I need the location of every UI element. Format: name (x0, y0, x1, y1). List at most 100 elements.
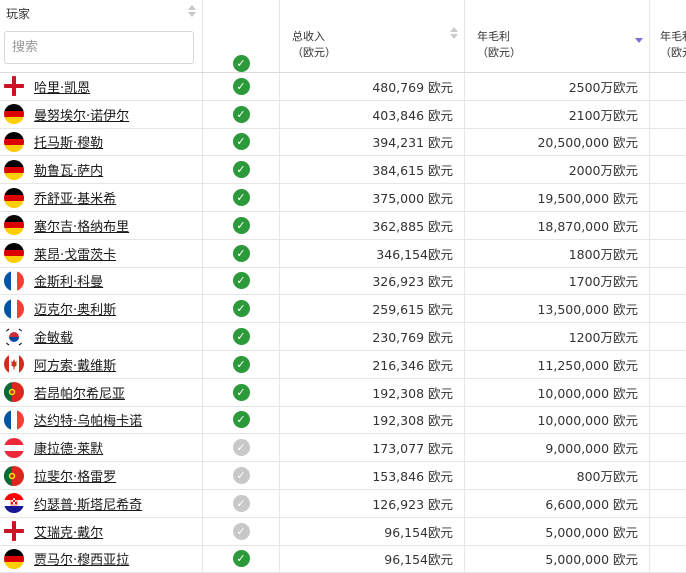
player-name-link[interactable]: 莱昂·戈雷茨卡 (34, 244, 116, 263)
total-income-cell: 480,769 欧元 (280, 73, 465, 100)
player-name-link[interactable]: 曼努埃尔·诺伊尔 (34, 105, 129, 124)
total-income-value: 403,846 欧元 (372, 107, 453, 123)
total-income-column-header[interactable]: 总收入 （欧元） (280, 0, 465, 72)
check-circle-icon[interactable]: ✓ (232, 55, 250, 72)
annual-gross-value: 6,600,000 欧元 (545, 496, 638, 512)
check-cell: ✓ (203, 350, 280, 378)
sort-desc-active-icon[interactable] (635, 38, 643, 43)
total-income-value: 192,308 欧元 (372, 385, 453, 401)
total-income-value: 384,615 欧元 (372, 163, 453, 179)
extra-column-cell (650, 351, 686, 378)
player-name-link[interactable]: 托马斯·穆勒 (34, 132, 103, 151)
total-income-cell: 375,000 欧元 (280, 184, 465, 211)
annual-gross-value: 2000万欧元 (568, 163, 638, 179)
total-income-value: 230,769 欧元 (372, 330, 453, 346)
extra-column-cell (650, 379, 686, 406)
player-name-link[interactable]: 达约特·乌帕梅卡诺 (34, 410, 142, 429)
annual-gross-cell: 13,500,000 欧元 (465, 295, 650, 323)
check-cell: ✓ (203, 211, 280, 239)
germany-flag-icon (4, 548, 24, 569)
check-circle-icon[interactable]: ✓ (232, 216, 250, 234)
portugal-flag-icon (4, 465, 24, 486)
germany-flag-icon (4, 243, 24, 264)
sort-icon[interactable] (188, 5, 196, 17)
annual-gross-cell: 2500万欧元 (465, 73, 650, 100)
player-name-link[interactable]: 金斯利·科曼 (34, 271, 103, 290)
check-circle-icon[interactable]: ✓ (232, 189, 250, 207)
germany-flag-icon (4, 187, 24, 208)
check-cell: ✓ (203, 517, 280, 545)
check-circle-icon[interactable]: ✓ (232, 272, 250, 290)
player-name-link[interactable]: 勒鲁瓦·萨内 (34, 160, 103, 179)
player-cell: 托马斯·穆勒 (0, 128, 203, 156)
check-circle-icon[interactable]: ✓ (232, 467, 250, 485)
player-cell: 金斯利·科曼 (0, 267, 203, 295)
check-circle-icon[interactable]: ✓ (232, 522, 250, 540)
player-name-link[interactable]: 若昂帕尔希尼亚 (34, 383, 125, 402)
annual-gross-cell: 6,600,000 欧元 (465, 489, 650, 517)
annual-gross-column-header[interactable]: 年毛利 （欧元） (465, 0, 650, 72)
check-cell: ✓ (203, 295, 280, 323)
croatia-flag-icon (4, 493, 24, 514)
player-name-link[interactable]: 迈克尔·奥利斯 (34, 299, 116, 318)
annual-gross-cell: 20,500,000 欧元 (465, 128, 650, 156)
check-column-header[interactable]: ✓ (203, 0, 280, 72)
check-cell: ✓ (203, 545, 280, 573)
check-circle-icon[interactable]: ✓ (232, 244, 250, 262)
annual-gross-value: 11,250,000 欧元 (537, 357, 638, 373)
extra-column-header[interactable]: 年毛利 （欧元 (650, 0, 686, 72)
extra-column-cell (650, 407, 686, 434)
check-cell: ✓ (203, 267, 280, 295)
extra-column-cell (650, 268, 686, 295)
total-income-cell: 384,615 欧元 (280, 156, 465, 184)
player-name-link[interactable]: 约瑟普·斯塔尼希奇 (34, 494, 142, 513)
france-flag-icon (4, 409, 24, 430)
total-income-cell: 326,923 欧元 (280, 267, 465, 295)
extra-column-cell (650, 518, 686, 545)
check-circle-icon[interactable]: ✓ (232, 105, 250, 123)
player-name-link[interactable]: 阿方索·戴维斯 (34, 355, 116, 374)
check-circle-icon[interactable]: ✓ (232, 411, 250, 429)
check-circle-icon[interactable]: ✓ (232, 439, 250, 457)
france-flag-icon (4, 270, 24, 291)
annual-gross-cell: 11,250,000 欧元 (465, 350, 650, 378)
check-circle-icon[interactable]: ✓ (232, 383, 250, 401)
annual-gross-value: 2500万欧元 (568, 79, 638, 95)
total-income-cell: 96,154欧元 (280, 545, 465, 573)
annual-gross-cell: 800万欧元 (465, 462, 650, 489)
annual-gross-cell: 9,000,000 欧元 (465, 434, 650, 462)
annual-gross-value: 10,000,000 欧元 (537, 413, 638, 429)
player-name-link[interactable]: 康拉德·莱默 (34, 438, 103, 457)
check-circle-icon[interactable]: ✓ (232, 161, 250, 179)
check-circle-icon[interactable]: ✓ (232, 355, 250, 373)
player-column-header[interactable]: 玩家 (0, 0, 203, 72)
table-row: 莱昂·戈雷茨卡 ✓ 346,154欧元 1800万欧元 (0, 239, 686, 268)
player-name-link[interactable]: 塞尔吉·格纳布里 (34, 216, 129, 235)
table-row: 康拉德·莱默 ✓ 173,077 欧元 9,000,000 欧元 (0, 434, 686, 463)
check-circle-icon[interactable]: ✓ (232, 494, 250, 512)
check-circle-icon[interactable]: ✓ (232, 300, 250, 318)
england-flag-icon (4, 521, 24, 542)
player-name-link[interactable]: 贾马尔·穆西亚拉 (34, 549, 129, 568)
player-name-link[interactable]: 艾瑞克·戴尔 (34, 522, 103, 541)
sort-icon[interactable] (450, 27, 458, 39)
check-circle-icon[interactable]: ✓ (232, 133, 250, 151)
check-cell: ✓ (203, 184, 280, 211)
annual-gross-cell: 10,000,000 欧元 (465, 406, 650, 434)
annual-gross-cell: 2000万欧元 (465, 156, 650, 184)
extra-column-cell (650, 101, 686, 128)
total-income-cell: 362,885 欧元 (280, 211, 465, 239)
check-circle-icon[interactable]: ✓ (232, 77, 250, 95)
player-cell: 曼努埃尔·诺伊尔 (0, 100, 203, 128)
check-circle-icon[interactable]: ✓ (232, 550, 250, 568)
search-input[interactable] (4, 31, 194, 64)
player-name-link[interactable]: 金敏载 (34, 327, 73, 346)
check-circle-icon[interactable]: ✓ (232, 328, 250, 346)
total-income-cell: 192,308 欧元 (280, 406, 465, 434)
extra-column-cell (650, 156, 686, 183)
player-name-link[interactable]: 哈里·凯恩 (34, 77, 90, 96)
player-name-link[interactable]: 乔舒亚·基米希 (34, 188, 116, 207)
player-name-link[interactable]: 拉斐尔·格雷罗 (34, 466, 116, 485)
total-income-value: 480,769 欧元 (372, 79, 453, 95)
annual-gross-value: 1700万欧元 (568, 274, 638, 290)
